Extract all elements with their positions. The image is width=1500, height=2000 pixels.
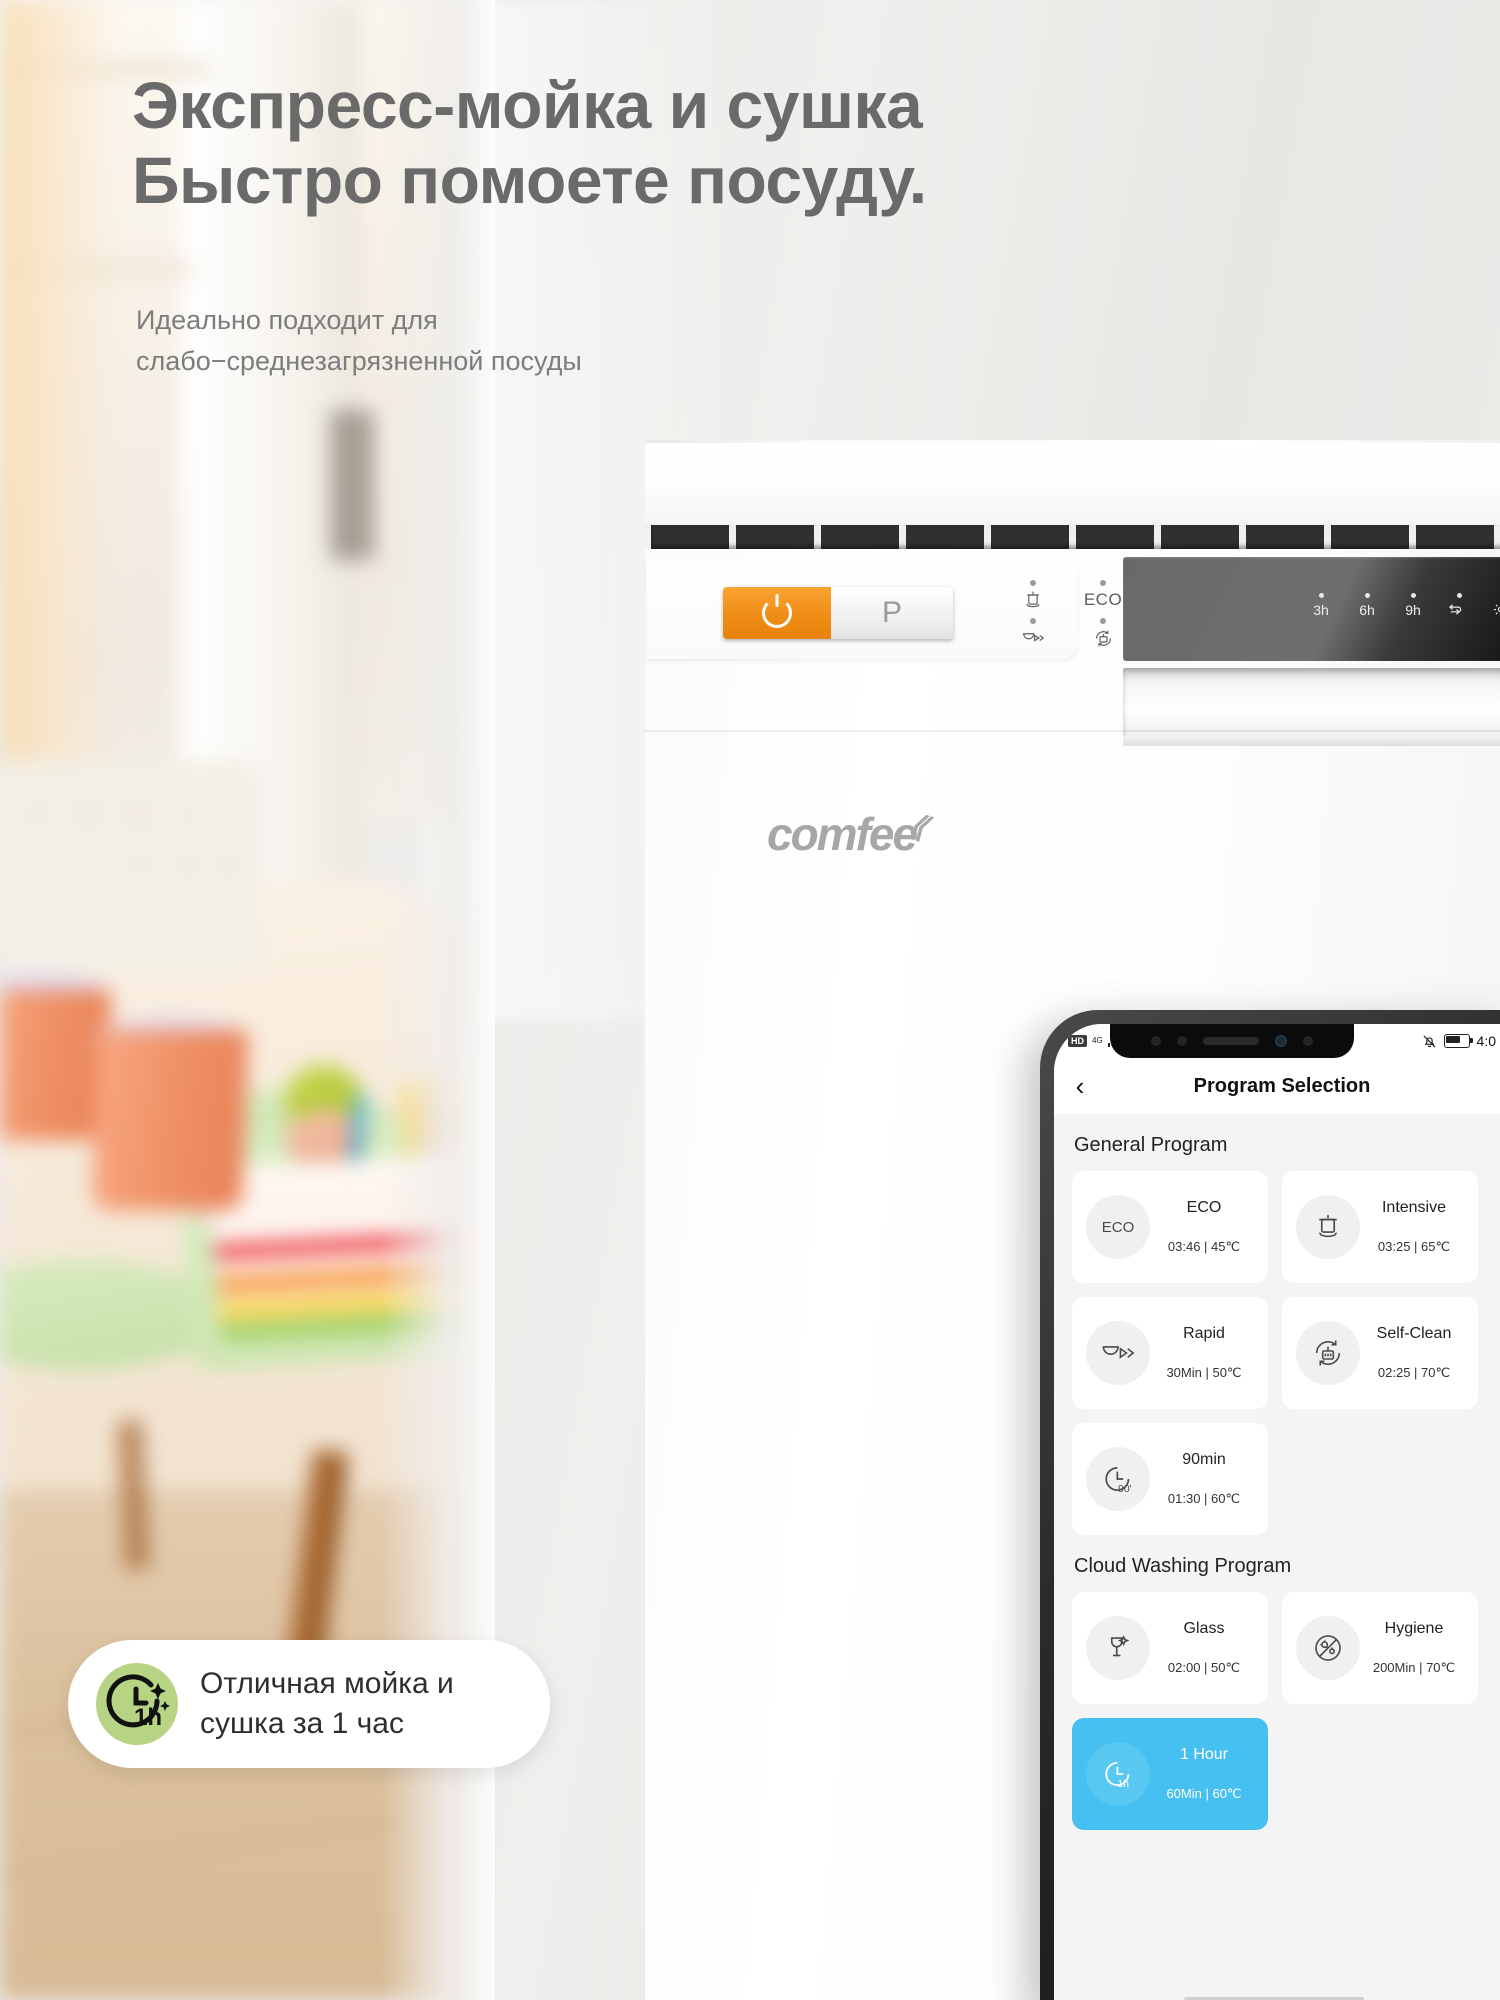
display-6h: 6h [1355, 593, 1379, 618]
control-buttons[interactable]: P [723, 587, 953, 639]
cloud-program-grid: Glass 02:00 | 50℃ Hygiene 200Min | 70℃ 1… [1072, 1592, 1492, 1830]
hd-badge: HD [1068, 1035, 1087, 1047]
dishwasher-display: 3h 6h 9h [1123, 557, 1500, 661]
section-title-general: General Program [1074, 1134, 1228, 1156]
door-handle-recess[interactable] [1123, 668, 1500, 746]
battery-icon [1443, 1034, 1473, 1048]
program-name: Intensive [1381, 1199, 1447, 1216]
program-name: Hygiene [1384, 1620, 1444, 1637]
indicator-led [1100, 580, 1106, 586]
section-title-cloud: Cloud Washing Program [1074, 1555, 1292, 1577]
program-meta: 03:25 | 65℃ [1377, 1239, 1451, 1254]
indicator-rapid[interactable] [1003, 618, 1063, 649]
sparkle-icon [1493, 593, 1500, 618]
program-meta: 30Min | 50℃ [1166, 1365, 1242, 1380]
program-name: 1 Hour [1179, 1746, 1229, 1763]
glass-icon [1086, 1616, 1150, 1680]
program-name: 90min [1182, 1451, 1226, 1468]
self-clean-icon [1296, 1321, 1360, 1385]
program-meta: 02:25 | 70℃ [1377, 1365, 1451, 1380]
program-name: Rapid [1183, 1325, 1225, 1342]
svg-text:90': 90' [1118, 1484, 1132, 1495]
program-meta: 01:30 | 60℃ [1167, 1491, 1241, 1506]
program-button[interactable]: P [831, 587, 953, 639]
display-3h: 3h [1309, 593, 1333, 618]
clock-90-icon: 90' [1086, 1447, 1150, 1511]
page-title: Экспресс-мойка и сушка Быстро помоете по… [132, 68, 927, 217]
indicator-led [1030, 618, 1036, 624]
power-button[interactable] [723, 587, 831, 639]
rinse-loop-icon [1447, 593, 1471, 618]
pot-icon [1003, 589, 1063, 611]
clock-time: 4:0 [1476, 1033, 1496, 1049]
brand-logo-text: comfee [767, 808, 918, 860]
bell-muted-icon [1422, 1034, 1436, 1048]
app-bar-title: Program Selection [1193, 1074, 1371, 1097]
phone-screen: HD 4G 4:0 ‹ Program Selection General Pr… [1054, 1024, 1500, 2000]
indicator-led [1100, 618, 1106, 624]
program-card-self-clean[interactable]: Self-Clean 02:25 | 70℃ [1282, 1297, 1478, 1409]
general-program-grid: ECO ECO 03:46 | 45℃ Intensive 03:25 | 65… [1072, 1171, 1492, 1535]
page-subtitle: Идеально подходит для слабо−среднезагряз… [136, 305, 582, 376]
door-seam [645, 730, 1500, 732]
earpiece-speaker [1203, 1037, 1259, 1045]
app-content: General Program ECO ECO 03:46 | 45℃ Inte… [1054, 1114, 1500, 2000]
feature-badge: 1h Отличная мойка и сушка за 1 час [68, 1640, 550, 1768]
dishwasher-top-cap [645, 440, 1500, 525]
indicator-intensive[interactable] [1003, 580, 1063, 611]
rapid-dish-icon [1003, 627, 1063, 649]
program-name: Self-Clean [1376, 1325, 1452, 1342]
program-card-rapid[interactable]: Rapid 30Min | 50℃ [1072, 1297, 1268, 1409]
program-meta: 02:00 | 50℃ [1167, 1660, 1241, 1675]
phone-notch [1110, 1024, 1354, 1058]
program-name: Glass [1183, 1620, 1225, 1637]
promo-banner: Экспресс-мойка и сушка Быстро помоете по… [0, 0, 1500, 2000]
rapid-dish-icon [1086, 1321, 1150, 1385]
program-meta: 03:46 | 45℃ [1167, 1239, 1241, 1254]
status-bar-right: 4:0 [1422, 1033, 1496, 1049]
program-card-glass[interactable]: Glass 02:00 | 50℃ [1072, 1592, 1268, 1704]
program-card-eco[interactable]: ECO ECO 03:46 | 45℃ [1072, 1171, 1268, 1283]
program-card-1-hour[interactable]: 1h 1 Hour 60Min | 60℃ [1072, 1718, 1268, 1830]
dishwasher-vent-strip [651, 525, 1500, 549]
chevron-left-icon[interactable]: ‹ [1054, 1073, 1106, 1099]
svg-text:1h: 1h [1117, 1779, 1129, 1790]
eco-text-icon: ECO [1086, 1195, 1150, 1259]
power-icon [762, 598, 792, 628]
pot-icon [1296, 1195, 1360, 1259]
clock-1h-icon: 1h [1086, 1742, 1150, 1806]
program-card-hygiene[interactable]: Hygiene 200Min | 70℃ [1282, 1592, 1478, 1704]
brand-logo: comfee⟪ [767, 808, 930, 860]
front-camera [1275, 1035, 1287, 1047]
smartphone-mockup: HD 4G 4:0 ‹ Program Selection General Pr… [1040, 1010, 1500, 2000]
program-meta: 60Min | 60℃ [1166, 1786, 1242, 1801]
program-meta: 200Min | 70℃ [1372, 1660, 1456, 1675]
clock-1h-sparkle-icon: 1h [96, 1663, 178, 1745]
display-indicator-row: 3h 6h 9h [1309, 593, 1500, 618]
anti-germ-icon [1296, 1616, 1360, 1680]
program-card-intensive[interactable]: Intensive 03:25 | 65℃ [1282, 1171, 1478, 1283]
program-name: ECO [1186, 1199, 1222, 1216]
display-9h: 9h [1401, 593, 1425, 618]
svg-text:1h: 1h [134, 1704, 162, 1731]
network-label: 4G [1092, 1036, 1103, 1045]
feature-badge-text: Отличная мойка и сушка за 1 час [200, 1666, 454, 1740]
app-bar: ‹ Program Selection [1054, 1058, 1500, 1114]
program-card-90min[interactable]: 90' 90min 01:30 | 60℃ [1072, 1423, 1268, 1535]
indicator-led [1030, 580, 1036, 586]
